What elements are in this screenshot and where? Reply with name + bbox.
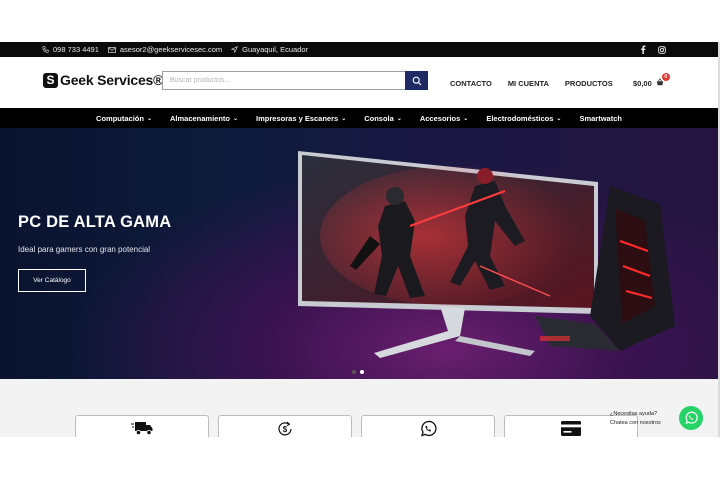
feature-card-delivery <box>75 415 209 437</box>
ver-catalogo-button[interactable]: Ver Catálogo <box>18 269 86 292</box>
slide-dot-2[interactable] <box>360 370 364 374</box>
whatsapp-icon <box>421 420 437 437</box>
chat-help-line2: Chatea con nosotros <box>610 420 661 426</box>
chevron-down-icon: ⌄ <box>341 115 347 122</box>
page: 098 733 4491 asesor2@geekservicesec.com … <box>0 0 720 480</box>
location-contact: Guayaquil, Ecuador <box>231 45 308 54</box>
category-label: Accesorios <box>419 113 461 123</box>
nav-mi-cuenta[interactable]: MI CUENTA <box>508 79 549 88</box>
cart[interactable]: $0,00 0 <box>633 73 670 88</box>
chat-help-text[interactable]: ¿Necesitas ayuda? Chatea con nosotros <box>610 410 661 428</box>
phone-number: 098 733 4491 <box>53 45 99 54</box>
chevron-down-icon: ⌄ <box>396 115 402 122</box>
category-computacion[interactable]: Computación ⌄ <box>87 114 161 123</box>
dollar-refresh-icon: $ <box>278 421 292 436</box>
chat-help-line1: ¿Necesitas ayuda? <box>610 411 658 417</box>
category-label: Smartwatch <box>579 113 622 123</box>
search-input[interactable] <box>162 71 405 90</box>
chevron-down-icon: ⌄ <box>146 115 152 122</box>
search-icon <box>412 76 421 85</box>
hero-title: PC DE ALTA GAMA <box>18 213 172 231</box>
category-label: Impresoras y Escaners <box>256 113 339 123</box>
main-nav: CONTACTO MI CUENTA PRODUCTOS <box>450 79 613 88</box>
slider-dots <box>352 370 364 374</box>
slide-dot-1[interactable] <box>352 370 356 374</box>
cart-count-badge: 0 <box>661 73 670 81</box>
features-section: $ ¿Necesitas ayuda? Chatea con nosotros <box>0 379 718 437</box>
category-nav: Computación ⌄ Almacenamiento ⌄ Impresoras … <box>0 108 718 128</box>
social-links <box>640 42 666 57</box>
top-bar: 098 733 4491 asesor2@geekservicesec.com … <box>0 42 718 57</box>
feature-card-payment-return: $ <box>218 415 352 437</box>
search-bar <box>162 71 428 90</box>
chevron-down-icon: ⌄ <box>556 115 562 122</box>
category-label: Consola <box>364 113 394 123</box>
chevron-down-icon: ⌄ <box>233 115 239 122</box>
email-contact[interactable]: asesor2@geekservicesec.com <box>107 45 223 54</box>
search-button[interactable] <box>405 71 428 90</box>
whatsapp-chat-button[interactable] <box>679 406 703 430</box>
nav-contacto[interactable]: CONTACTO <box>450 79 492 88</box>
nav-productos[interactable]: PRODUCTOS <box>565 79 613 88</box>
chevron-down-icon: ⌄ <box>463 115 469 122</box>
phone-icon <box>42 46 49 53</box>
email-address: asesor2@geekservicesec.com <box>119 45 223 54</box>
site-logo[interactable]: S Geek Services® <box>43 72 163 88</box>
logo-text: Geek Services® <box>60 72 164 88</box>
envelope-icon <box>107 46 116 53</box>
category-electrodomesticos[interactable]: Electrodomésticos ⌄ <box>477 114 570 123</box>
phone-contact[interactable]: 098 733 4491 <box>42 45 99 54</box>
whatsapp-icon <box>685 411 698 424</box>
category-label: Almacenamiento <box>169 113 231 123</box>
hero-gaming-pc-image <box>298 151 675 358</box>
cart-icon-wrap: 0 <box>656 73 670 88</box>
category-label: Computación <box>96 113 144 123</box>
category-label: Electrodomésticos <box>486 113 554 123</box>
logo-mark-icon: S <box>43 72 58 88</box>
location-text: Guayaquil, Ecuador <box>242 45 309 54</box>
category-consola[interactable]: Consola ⌄ <box>355 114 411 123</box>
hero-subtitle: Ideal para gamers con gran potencial <box>18 245 151 254</box>
credit-card-icon <box>561 421 581 436</box>
cart-total: $0,00 <box>633 78 652 88</box>
category-smartwatch[interactable]: Smartwatch <box>570 114 631 123</box>
facebook-icon[interactable] <box>640 45 646 54</box>
category-impresoras[interactable]: Impresoras y Escaners ⌄ <box>247 114 355 123</box>
hero-slider: PC DE ALTA GAMA Ideal para gamers con gr… <box>0 128 718 379</box>
location-arrow-icon <box>231 46 239 53</box>
delivery-truck-icon <box>131 422 153 436</box>
contact-info: 098 733 4491 asesor2@geekservicesec.com … <box>42 45 317 54</box>
category-almacenamiento[interactable]: Almacenamiento ⌄ <box>161 114 247 123</box>
instagram-icon[interactable] <box>658 45 666 54</box>
svg-text:$: $ <box>283 425 288 434</box>
site-header: S Geek Services® CONTACTO MI CUENTA PROD… <box>0 57 718 107</box>
category-accesorios[interactable]: Accesorios ⌄ <box>411 114 477 123</box>
feature-card-whatsapp <box>361 415 495 437</box>
